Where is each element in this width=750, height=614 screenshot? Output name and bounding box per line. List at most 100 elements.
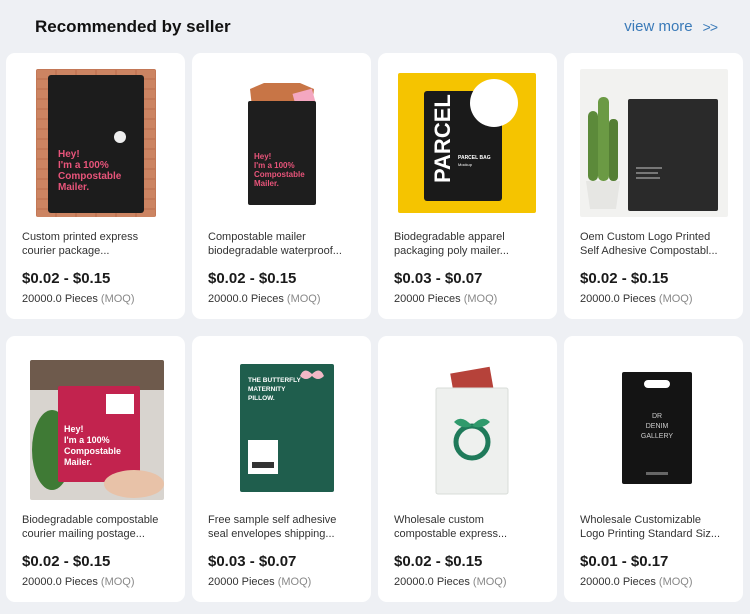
product-moq: 20000.0 Pieces (MOQ) bbox=[394, 576, 507, 588]
moq-quantity: 20000.0 Pieces bbox=[22, 576, 98, 588]
product-price: $0.02 - $0.15 bbox=[22, 553, 111, 570]
mailer-image bbox=[580, 69, 728, 217]
mailer-image: Hey! I'm a 100% Compostable Mailer. bbox=[30, 360, 164, 500]
mailer-image: THE BUTTERFLY MATERNITY PILLOW. bbox=[222, 352, 342, 500]
mailer-print-1: Hey! bbox=[58, 149, 80, 160]
product-name-line2: courier package... bbox=[22, 245, 110, 257]
product-grid: Hey! I'm a 100% Compostable Mailer. Cust… bbox=[6, 53, 743, 602]
mailer-image: DR DENIM GALLERY bbox=[594, 352, 714, 500]
section-header: Recommended by seller view more >> bbox=[0, 0, 750, 52]
moq-tag: (MOQ) bbox=[658, 576, 693, 588]
product-name[interactable]: Oem Custom Logo Printed Self Adhesive Co… bbox=[580, 230, 730, 258]
product-name-line2: compostable express... bbox=[394, 528, 508, 540]
mailer-print-4: Mailer. bbox=[58, 182, 89, 193]
product-name[interactable]: Wholesale custom compostable express... bbox=[394, 513, 544, 541]
mailer-print-4: Mailer. bbox=[254, 179, 279, 188]
product-name-line1: Oem Custom Logo Printed bbox=[580, 231, 711, 243]
moq-tag: (MOQ) bbox=[277, 576, 312, 588]
mailer-image bbox=[408, 352, 528, 500]
moq-tag: (MOQ) bbox=[463, 293, 498, 305]
product-name-line1: Biodegradable compostable bbox=[22, 514, 159, 526]
moq-tag: (MOQ) bbox=[472, 576, 507, 588]
product-moq: 20000.0 Pieces (MOQ) bbox=[580, 293, 693, 305]
mailer-print-2: MATERNITY bbox=[248, 386, 286, 393]
product-name[interactable]: Wholesale Customizable Logo Printing Sta… bbox=[580, 513, 730, 541]
moq-tag: (MOQ) bbox=[286, 293, 321, 305]
product-name-line2: biodegradable waterproof... bbox=[208, 245, 342, 257]
product-card[interactable]: Hey! I'm a 100% Compostable Mailer. Comp… bbox=[192, 53, 371, 319]
moq-tag: (MOQ) bbox=[100, 576, 135, 588]
mailer-print-3: Compostable bbox=[58, 171, 122, 182]
product-name[interactable]: Free sample self adhesive seal envelopes… bbox=[208, 513, 358, 541]
mailer-print-1: Hey! bbox=[254, 152, 271, 161]
product-name-line2: Logo Printing Standard Siz... bbox=[580, 528, 721, 540]
moq-quantity: 20000 Pieces bbox=[208, 576, 275, 588]
product-card[interactable]: Hey! I'm a 100% Compostable Mailer. Cust… bbox=[6, 53, 185, 319]
product-name-line1: Free sample self adhesive bbox=[208, 514, 337, 526]
product-name-line1: Custom printed express bbox=[22, 231, 139, 243]
product-price: $0.01 - $0.17 bbox=[580, 553, 669, 570]
product-moq: 20000 Pieces (MOQ) bbox=[394, 293, 497, 305]
product-name[interactable]: Biodegradable compostable courier mailin… bbox=[22, 513, 172, 541]
product-name-line2: seal envelopes shipping... bbox=[208, 528, 335, 540]
mailer-print-3: PILLOW. bbox=[248, 395, 275, 402]
product-name-line2: packaging poly mailer... bbox=[394, 245, 509, 257]
mailer-print-1: PARCEL bbox=[430, 94, 455, 183]
product-price: $0.03 - $0.07 bbox=[208, 553, 297, 570]
product-image-white-compostable-mailer[interactable] bbox=[408, 352, 528, 500]
product-name[interactable]: Compostable mailer biodegradable waterpr… bbox=[208, 230, 358, 258]
view-more-link[interactable]: view more >> bbox=[624, 18, 718, 35]
product-name-line2: courier mailing postage... bbox=[22, 528, 145, 540]
mailer-print-2: PARCEL BAG bbox=[458, 155, 491, 161]
product-image-black-denim-bag[interactable]: DR DENIM GALLERY bbox=[594, 352, 714, 500]
mailer-image: PARCEL PARCEL BAG Mockup bbox=[398, 73, 536, 213]
double-chevron-right-icon: >> bbox=[702, 18, 718, 35]
product-moq: 20000.0 Pieces (MOQ) bbox=[22, 293, 135, 305]
mailer-print-3: Mockup bbox=[458, 162, 473, 167]
product-name-line1: Wholesale Customizable bbox=[580, 514, 702, 526]
product-image-pink-mailer-hand[interactable]: Hey! I'm a 100% Compostable Mailer. bbox=[30, 360, 164, 500]
mailer-print-2: I'm a 100% bbox=[254, 161, 295, 170]
product-image-parcel-bag[interactable]: PARCEL PARCEL BAG Mockup bbox=[398, 73, 536, 213]
moq-quantity: 20000.0 Pieces bbox=[208, 293, 284, 305]
mailer-print-4: Mailer. bbox=[64, 457, 92, 467]
product-price: $0.03 - $0.07 bbox=[394, 270, 483, 287]
product-name-line1: Biodegradable apparel bbox=[394, 231, 505, 243]
product-moq: 20000.0 Pieces (MOQ) bbox=[22, 576, 135, 588]
view-more-label: view more bbox=[624, 18, 693, 35]
product-card[interactable]: Hey! I'm a 100% Compostable Mailer. Biod… bbox=[6, 336, 185, 602]
product-image-dark-mailer-cactus[interactable] bbox=[580, 69, 728, 217]
mailer-print-1: Hey! bbox=[64, 424, 84, 434]
moq-quantity: 20000 Pieces bbox=[394, 293, 461, 305]
product-card[interactable]: PARCEL PARCEL BAG Mockup Biodegradable a… bbox=[378, 53, 557, 319]
mailer-print-2: DENIM bbox=[646, 423, 669, 430]
product-price: $0.02 - $0.15 bbox=[22, 270, 111, 287]
product-moq: 20000.0 Pieces (MOQ) bbox=[580, 576, 693, 588]
product-card[interactable]: Oem Custom Logo Printed Self Adhesive Co… bbox=[564, 53, 743, 319]
mailer-print-3: Compostable bbox=[64, 446, 121, 456]
product-image-green-butterfly-mailer[interactable]: THE BUTTERFLY MATERNITY PILLOW. bbox=[222, 352, 342, 500]
moq-quantity: 20000.0 Pieces bbox=[580, 576, 656, 588]
section-title: Recommended by seller bbox=[35, 17, 231, 36]
product-moq: 20000.0 Pieces (MOQ) bbox=[208, 293, 321, 305]
product-image-black-mailer-tshirt[interactable]: Hey! I'm a 100% Compostable Mailer. bbox=[222, 69, 342, 217]
mailer-image: Hey! I'm a 100% Compostable Mailer. bbox=[36, 69, 156, 217]
moq-tag: (MOQ) bbox=[100, 293, 135, 305]
moq-quantity: 20000.0 Pieces bbox=[22, 293, 98, 305]
product-name-line1: Wholesale custom bbox=[394, 514, 484, 526]
mailer-print-3: Compostable bbox=[254, 170, 305, 179]
product-name[interactable]: Custom printed express courier package..… bbox=[22, 230, 172, 258]
product-price: $0.02 - $0.15 bbox=[394, 553, 483, 570]
mailer-print-1: DR bbox=[652, 413, 662, 420]
product-image-black-compostable-mailer[interactable]: Hey! I'm a 100% Compostable Mailer. bbox=[36, 69, 156, 217]
moq-quantity: 20000.0 Pieces bbox=[580, 293, 656, 305]
mailer-image: Hey! I'm a 100% Compostable Mailer. bbox=[222, 69, 342, 217]
product-card[interactable]: THE BUTTERFLY MATERNITY PILLOW. Free sam… bbox=[192, 336, 371, 602]
product-price: $0.02 - $0.15 bbox=[208, 270, 297, 287]
mailer-print-3: GALLERY bbox=[641, 433, 673, 440]
product-name[interactable]: Biodegradable apparel packaging poly mai… bbox=[394, 230, 544, 258]
product-card[interactable]: Wholesale custom compostable express... … bbox=[378, 336, 557, 602]
product-name-line2: Self Adhesive Compostabl... bbox=[580, 245, 718, 257]
mailer-print-1: THE BUTTERFLY bbox=[248, 377, 302, 384]
product-card[interactable]: DR DENIM GALLERY Wholesale Customizable … bbox=[564, 336, 743, 602]
